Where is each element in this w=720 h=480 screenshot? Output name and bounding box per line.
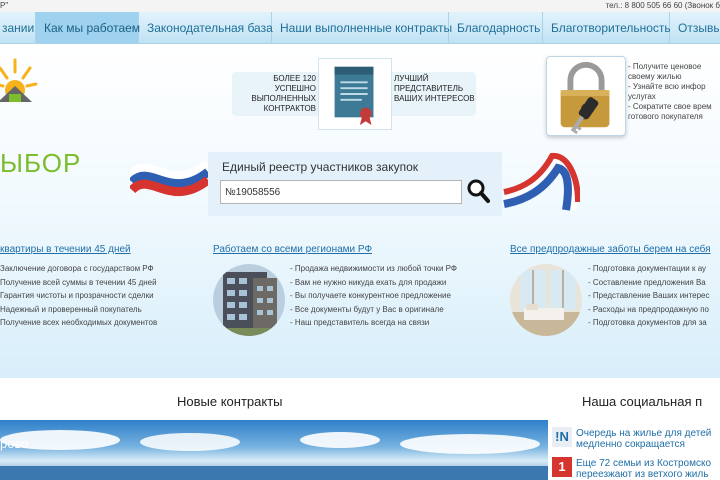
social-news-text: Еще 72 семьи из Костромско переезжают из… [576, 458, 711, 480]
column-all-regions-list: - Продажа недвижимости из любой точки РФ… [290, 262, 457, 330]
social-news-item[interactable]: !N Очередь на жилье для детей медленно с… [550, 424, 720, 452]
sun-logo-icon[interactable] [0, 56, 38, 102]
social-title: Наша социальная п [582, 394, 703, 409]
nav-item-charity[interactable]: Благотворительность [543, 12, 671, 43]
interior-photo [510, 264, 582, 336]
apartment-building-image [213, 264, 285, 336]
list-item: - Подготовка документов для за [588, 318, 707, 327]
nav-item-legislation[interactable]: Законодательная база [139, 12, 273, 43]
benefit-line: - Получите ценовое [628, 62, 702, 71]
search-button[interactable] [466, 178, 490, 204]
list-item: Заключение договора с государством РФ [0, 264, 154, 273]
news-banner[interactable] [0, 420, 548, 480]
list-item: - Представление Ваших интерес [588, 291, 710, 300]
stat-contracts-count: БОЛЕЕ 120 УСПЕШНО ВЫПОЛНЕННЫХ КОНТРАКТОВ [251, 74, 316, 113]
social-news-item[interactable]: 1 Еще 72 семьи из Костромско переезжают … [550, 454, 720, 480]
list-item: - Все документы будут у Вас в оригинале [290, 304, 444, 314]
news-n-icon: !N [552, 427, 572, 447]
column-presale-list: - Подготовка документации к ау - Составл… [588, 262, 710, 330]
column-45-days-list: Заключение договора с государством РФ По… [0, 262, 157, 330]
list-item: - Вы получаете конкурентное предложение [290, 291, 451, 300]
logo-text[interactable]: ЫБОР [0, 148, 81, 179]
flag-ribbon-right-icon [503, 152, 580, 211]
registry-search-title: Единый реестр участников закупок [222, 160, 419, 174]
top-bar-phone[interactable]: тел.: 8 800 505 66 60 (Звонок б [606, 1, 720, 10]
social-news-line: Еще 72 семьи из Костромско [576, 458, 711, 469]
list-item: - Составление предложения Ва [588, 277, 706, 287]
column-title-presale[interactable]: Все предпродажные заботы берем на себя [510, 244, 711, 255]
list-item: Надежный и проверенный покупатель [0, 304, 142, 314]
top-bar-site-name: Р" [0, 1, 9, 10]
benefits-list: - Получите ценовое своему жилью - Узнайт… [628, 62, 720, 122]
building-photo [213, 264, 285, 336]
main-nav: зании Как мы работаем Законодательная ба… [0, 12, 720, 44]
living-room-image [510, 264, 582, 336]
list-item: Получение всей суммы в течении 45 дней [0, 277, 157, 287]
news-title[interactable]: рово [0, 436, 28, 451]
new-contracts-title: Новые контракты [177, 394, 283, 409]
benefit-line: - Узнайте всю инфор [628, 82, 706, 91]
social-news-line: переезжают из ветхого жиль [576, 469, 709, 480]
benefit-line: готового покупателя [628, 112, 703, 121]
document-certificate-icon [318, 58, 392, 130]
search-icon [467, 179, 490, 203]
flag-ribbon-left-icon [130, 160, 210, 197]
nav-item-about[interactable]: зании [0, 12, 36, 43]
nav-item-gratitude[interactable]: Благодарность [449, 12, 543, 43]
column-title-all-regions[interactable]: Работаем со всеми регионами РФ [213, 244, 372, 255]
list-item: - Подготовка документации к ау [588, 264, 707, 273]
nav-item-completed-contracts[interactable]: Наши выполненные контракты [272, 12, 452, 43]
benefit-line: услугах [628, 92, 656, 101]
sky-clouds-image [0, 430, 548, 480]
social-news-line: медленно сокращается [576, 439, 685, 450]
list-item: Получение всех необходимых документов [0, 318, 158, 327]
stat-best-representative: ЛУЧШИЙ ПРЕДСТАВИТЕЛЬ ВАШИХ ИНТЕРЕСОВ [394, 74, 475, 103]
registry-search-input[interactable] [220, 180, 462, 204]
top-bar: Р" тел.: 8 800 505 66 60 (Звонок б [0, 0, 720, 12]
benefit-line: - Сократите свое врем [628, 102, 712, 111]
channel-one-icon: 1 [552, 457, 572, 477]
list-item: - Наш представитель всегда на связи [290, 318, 430, 327]
list-item: - Расходы на предпродажную по [588, 304, 709, 314]
column-title-45-days[interactable]: квартиры в течении 45 дней [0, 244, 131, 255]
list-item: Гарантия чистоты и прозрачности сделки [0, 291, 154, 300]
benefit-line: своему жилью [628, 72, 682, 81]
nav-item-reviews[interactable]: Отзывы [670, 12, 720, 43]
nav-item-how-we-work[interactable]: Как мы работаем [36, 12, 140, 43]
security-lock-panel [546, 56, 626, 136]
social-news-line: Очередь на жилье для детей [576, 428, 712, 439]
list-item: - Продажа недвижимости из любой точки РФ [290, 264, 457, 273]
padlock-key-icon [560, 61, 610, 135]
social-news-text: Очередь на жилье для детей медленно сокр… [576, 428, 711, 450]
list-item: - Вам не нужно никуда ехать для продажи [290, 277, 447, 287]
